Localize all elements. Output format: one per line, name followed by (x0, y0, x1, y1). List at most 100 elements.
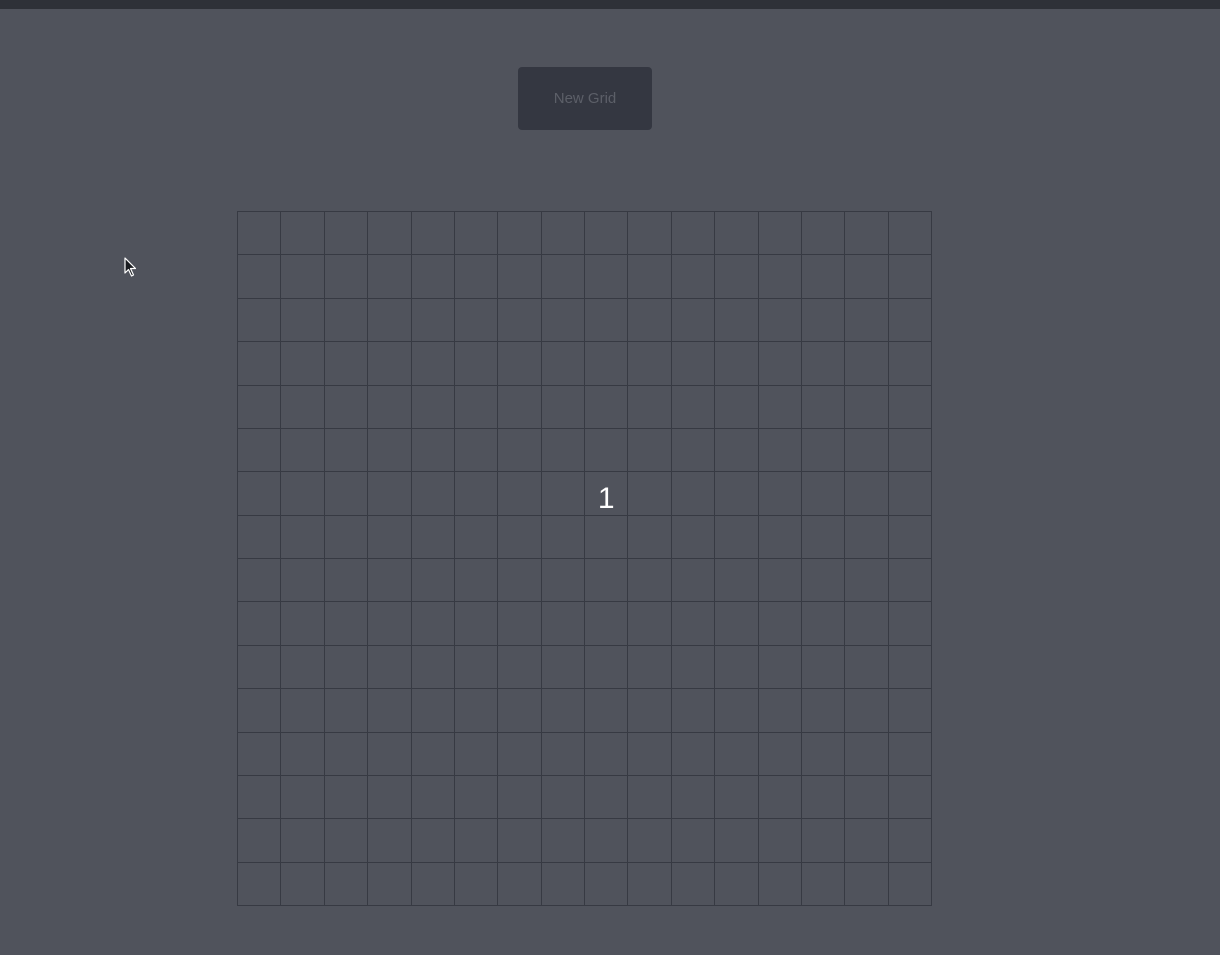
grid-cell[interactable] (324, 689, 369, 733)
grid-cell[interactable] (845, 472, 889, 516)
grid-cell[interactable] (888, 732, 932, 776)
grid-cell[interactable] (541, 819, 585, 863)
grid-cell[interactable] (324, 775, 369, 820)
grid-cell[interactable] (628, 255, 672, 299)
grid-cell[interactable] (671, 255, 716, 299)
grid-cell[interactable] (888, 602, 932, 646)
grid-cell[interactable] (454, 385, 499, 429)
grid-cell[interactable] (368, 428, 412, 473)
grid-cell[interactable] (238, 342, 282, 386)
grid-cell[interactable]: 1 (585, 472, 629, 516)
grid-cell[interactable] (801, 342, 846, 386)
grid-cell[interactable] (758, 559, 802, 603)
grid-cell[interactable] (498, 645, 542, 690)
grid-cell[interactable] (411, 472, 455, 516)
grid-cell[interactable] (498, 385, 542, 429)
grid-cell[interactable] (801, 689, 846, 733)
grid-cell[interactable] (845, 298, 889, 343)
grid-cell[interactable] (801, 428, 846, 473)
grid-cell[interactable] (498, 255, 542, 299)
grid-cell[interactable] (888, 862, 932, 906)
grid-cell[interactable] (411, 862, 455, 906)
grid-cell[interactable] (454, 342, 499, 386)
grid-cell[interactable] (628, 732, 672, 776)
grid-cell[interactable] (281, 862, 325, 906)
grid-cell[interactable] (845, 515, 889, 559)
grid-cell[interactable] (585, 862, 629, 906)
grid-cell[interactable] (454, 255, 499, 299)
grid-cell[interactable] (281, 645, 325, 690)
grid-cell[interactable] (281, 819, 325, 863)
grid-cell[interactable] (498, 298, 542, 343)
grid-cell[interactable] (411, 645, 455, 690)
grid-cell[interactable] (671, 428, 716, 473)
grid-cell[interactable] (585, 645, 629, 690)
grid-cell[interactable] (585, 689, 629, 733)
grid-cell[interactable] (585, 775, 629, 820)
grid-cell[interactable] (281, 472, 325, 516)
grid-cell[interactable] (411, 732, 455, 776)
grid-cell[interactable] (801, 472, 846, 516)
grid-cell[interactable] (368, 515, 412, 559)
grid-cell[interactable] (845, 775, 889, 820)
grid-cell[interactable] (585, 732, 629, 776)
grid-cell[interactable] (715, 559, 759, 603)
grid-cell[interactable] (585, 385, 629, 429)
grid-cell[interactable] (238, 862, 282, 906)
grid-cell[interactable] (801, 255, 846, 299)
grid-cell[interactable] (585, 342, 629, 386)
grid-cell[interactable] (411, 689, 455, 733)
grid-cell[interactable] (888, 212, 932, 256)
grid-cell[interactable] (801, 602, 846, 646)
grid-cell[interactable] (628, 342, 672, 386)
grid-cell[interactable] (715, 819, 759, 863)
grid-cell[interactable] (238, 385, 282, 429)
grid-cell[interactable] (758, 602, 802, 646)
grid-cell[interactable] (541, 645, 585, 690)
grid-cell[interactable] (411, 819, 455, 863)
grid-cell[interactable] (281, 342, 325, 386)
grid-cell[interactable] (715, 645, 759, 690)
grid-cell[interactable] (454, 775, 499, 820)
grid-cell[interactable] (238, 298, 282, 343)
grid-cell[interactable] (541, 559, 585, 603)
grid-cell[interactable] (845, 862, 889, 906)
grid-cell[interactable] (671, 559, 716, 603)
grid-cell[interactable] (281, 732, 325, 776)
grid-cell[interactable] (845, 255, 889, 299)
grid-cell[interactable] (454, 862, 499, 906)
grid-cell[interactable] (368, 212, 412, 256)
grid-cell[interactable] (454, 472, 499, 516)
grid-cell[interactable] (628, 862, 672, 906)
grid-cell[interactable] (888, 689, 932, 733)
grid-cell[interactable] (238, 212, 282, 256)
grid-cell[interactable] (238, 255, 282, 299)
grid-cell[interactable] (715, 732, 759, 776)
grid-cell[interactable] (498, 862, 542, 906)
grid-cell[interactable] (845, 689, 889, 733)
grid-cell[interactable] (801, 732, 846, 776)
grid-cell[interactable] (454, 559, 499, 603)
grid-cell[interactable] (281, 212, 325, 256)
grid-cell[interactable] (238, 559, 282, 603)
grid-cell[interactable] (541, 775, 585, 820)
grid-cell[interactable] (671, 819, 716, 863)
grid-cell[interactable] (758, 689, 802, 733)
grid-cell[interactable] (888, 645, 932, 690)
grid-cell[interactable] (498, 732, 542, 776)
grid-cell[interactable] (238, 775, 282, 820)
grid-cell[interactable] (845, 385, 889, 429)
grid-cell[interactable] (671, 602, 716, 646)
grid-cell[interactable] (758, 515, 802, 559)
grid-cell[interactable] (758, 819, 802, 863)
grid-cell[interactable] (324, 385, 369, 429)
grid-cell[interactable] (238, 428, 282, 473)
grid-cell[interactable] (715, 862, 759, 906)
grid-cell[interactable] (801, 298, 846, 343)
grid-cell[interactable] (628, 515, 672, 559)
grid-cell[interactable] (628, 819, 672, 863)
grid-cell[interactable] (324, 559, 369, 603)
grid-cell[interactable] (368, 342, 412, 386)
grid-cell[interactable] (368, 255, 412, 299)
grid-cell[interactable] (671, 298, 716, 343)
